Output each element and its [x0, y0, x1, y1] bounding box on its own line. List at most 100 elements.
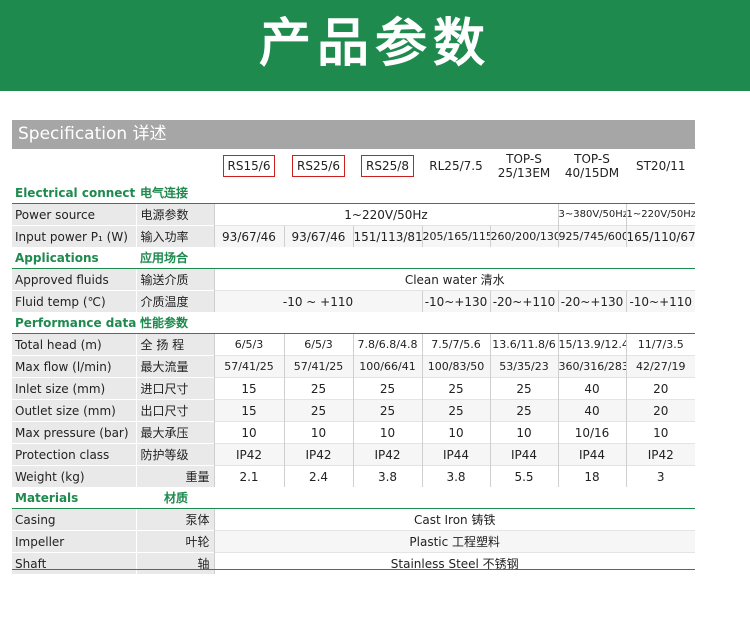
- header-spacer-cn: [136, 149, 214, 182]
- row-label-cn: 全 扬 程: [135, 333, 214, 356]
- row-label-en: Input power P₁ (W): [12, 225, 136, 247]
- table-cell: 25: [352, 399, 422, 422]
- table-cell: 25: [489, 399, 558, 422]
- section-title-en: Applications: [12, 247, 136, 269]
- table-cell: 925/745/600: [557, 225, 626, 247]
- table-cell: Stainless Steel 不锈钢: [213, 552, 695, 574]
- table-cell: 25: [283, 399, 353, 422]
- table-cell: 10: [489, 421, 558, 444]
- table-cell: 3~380V/50Hz: [557, 203, 626, 226]
- model-top-s-25-13em: TOP-S 25/13EM: [489, 149, 558, 182]
- row-max-pressure: Max pressure (bar) 最大承压 10 10 10 10 10 10/16 10: [12, 421, 695, 444]
- row-label-en: Casing: [12, 508, 136, 531]
- row-label-en: Approved fluids: [12, 268, 136, 291]
- table-cell: 93/67/46: [213, 225, 284, 247]
- section-title-cn: 应用场合: [136, 247, 695, 269]
- table-cell: 40: [557, 377, 626, 400]
- section-title-cn: 材质: [136, 487, 695, 509]
- row-approved-fluids: Approved fluids 输送介质 Clean water 清水: [12, 268, 695, 291]
- table-cell: 260/200/130: [489, 225, 558, 247]
- row-protection-class: Protection class 防护等级 IP42 IP42 IP42 IP44 IP44…: [12, 443, 695, 466]
- table-cell: 15: [213, 399, 284, 422]
- row-weight: Weight (kg) 重量 2.1 2.4 3.8 3.8 5.5 18 3: [12, 465, 695, 487]
- row-label-cn: 重量: [135, 465, 214, 487]
- table-cell: 10/16: [557, 421, 626, 444]
- row-label-cn: 出口尺寸: [135, 399, 214, 422]
- table-cell: 205/165/115: [421, 225, 490, 247]
- table-cell: 10: [625, 421, 695, 444]
- table-cell: 25: [283, 377, 353, 400]
- row-label-cn: 最大承压: [135, 421, 214, 444]
- table-cell: 6/5/3: [283, 333, 353, 356]
- table-cell: -10~+110: [625, 290, 695, 312]
- table-cell: IP44: [421, 443, 490, 466]
- row-total-head: Total head (m) 全 扬 程 6/5/3 6/5/3 7.8/6.8/4.8…: [12, 333, 695, 356]
- row-label-en: Power source: [12, 203, 136, 226]
- title-banner: 产品参数: [0, 0, 750, 91]
- row-label-cn: 最大流量: [135, 355, 214, 378]
- section-title-en: Materials: [12, 487, 136, 509]
- table-cell: 3.8: [421, 465, 490, 487]
- table-cell: 1~220V/50Hz: [625, 203, 695, 226]
- row-impeller: Impeller 叶轮 Plastic 工程塑料: [12, 530, 695, 553]
- table-cell: IP42: [213, 443, 284, 466]
- model-rl25-7-5: RL25/7.5: [421, 149, 490, 182]
- model-st20-11: ST20/11: [625, 149, 695, 182]
- section-electrical-connection: Electrical connection 电气连接: [12, 182, 695, 204]
- table-cell: Clean water 清水: [213, 268, 695, 291]
- table-cell: Plastic 工程塑料: [213, 530, 695, 553]
- table-cell: 3.8: [352, 465, 422, 487]
- table-cell: 7.8/6.8/4.8: [352, 333, 422, 356]
- table-cell: 93/67/46: [283, 225, 353, 247]
- table-cell: 20: [625, 377, 695, 400]
- table-cell: 6/5/3: [213, 333, 284, 356]
- row-label-en: Impeller: [12, 530, 136, 553]
- row-power-source: Power source 电源参数 1~220V/50Hz 3~380V/50H…: [12, 203, 695, 226]
- table-cell: 2.1: [213, 465, 284, 487]
- row-label-cn: 进口尺寸: [135, 377, 214, 400]
- table-cell: 25: [421, 399, 490, 422]
- table-cell: -20~+130: [557, 290, 626, 312]
- table-cell: 25: [421, 377, 490, 400]
- row-label-en: Total head (m): [12, 333, 136, 356]
- row-label-en: Outlet size (mm): [12, 399, 136, 422]
- table-cell: 7.5/7/5.6: [421, 333, 490, 356]
- row-label-en: Inlet size (mm): [12, 377, 136, 400]
- table-cell: IP42: [352, 443, 422, 466]
- row-label-en: Shaft: [12, 552, 136, 574]
- table-cell: 2.4: [283, 465, 353, 487]
- table-cell: 25: [352, 377, 422, 400]
- table-cell: 40: [557, 399, 626, 422]
- table-cell: 100/66/41: [352, 355, 422, 378]
- row-casing: Casing 泵体 Cast Iron 铸铁: [12, 508, 695, 531]
- section-title-en: Electrical connection: [12, 182, 136, 204]
- table-cell: 18: [557, 465, 626, 487]
- table-cell: 57/41/25: [283, 355, 353, 378]
- table-cell: 100/83/50: [421, 355, 490, 378]
- table-cell: 165/110/67: [625, 225, 695, 247]
- table-cell: 15/13.9/12.4: [557, 333, 626, 356]
- row-label-cn: 介质温度: [135, 290, 214, 312]
- row-shaft: Shaft 轴 Stainless Steel 不锈钢: [12, 552, 695, 574]
- bottom-divider: [12, 569, 695, 570]
- section-materials: Materials 材质: [12, 487, 695, 509]
- table-cell: IP42: [283, 443, 353, 466]
- specification-header: Specification 详述: [12, 120, 695, 149]
- row-label-en: Max pressure (bar): [12, 421, 136, 444]
- table-cell: 5.5: [489, 465, 558, 487]
- table-cell: IP44: [489, 443, 558, 466]
- row-label-en: Weight (kg): [12, 465, 136, 487]
- row-label-en: Fluid temp (℃): [12, 290, 136, 312]
- table-cell: 20: [625, 399, 695, 422]
- row-label-cn: 电源参数: [135, 203, 214, 226]
- row-input-power: Input power P₁ (W) 输入功率 93/67/46 93/67/4…: [12, 225, 695, 247]
- banner-title: 产品参数: [258, 14, 491, 74]
- table-cell: IP44: [557, 443, 626, 466]
- table-cell: Cast Iron 铸铁: [213, 508, 695, 531]
- table-cell: 10: [421, 421, 490, 444]
- table-cell: 13.6/11.8/6: [489, 333, 558, 356]
- header-spacer-en: [12, 149, 136, 182]
- row-outlet-size: Outlet size (mm) 出口尺寸 15 25 25 25 25 40 20: [12, 399, 695, 422]
- table-cell: 10: [213, 421, 284, 444]
- row-max-flow: Max flow (l/min) 最大流量 57/41/25 57/41/25 100/…: [12, 355, 695, 378]
